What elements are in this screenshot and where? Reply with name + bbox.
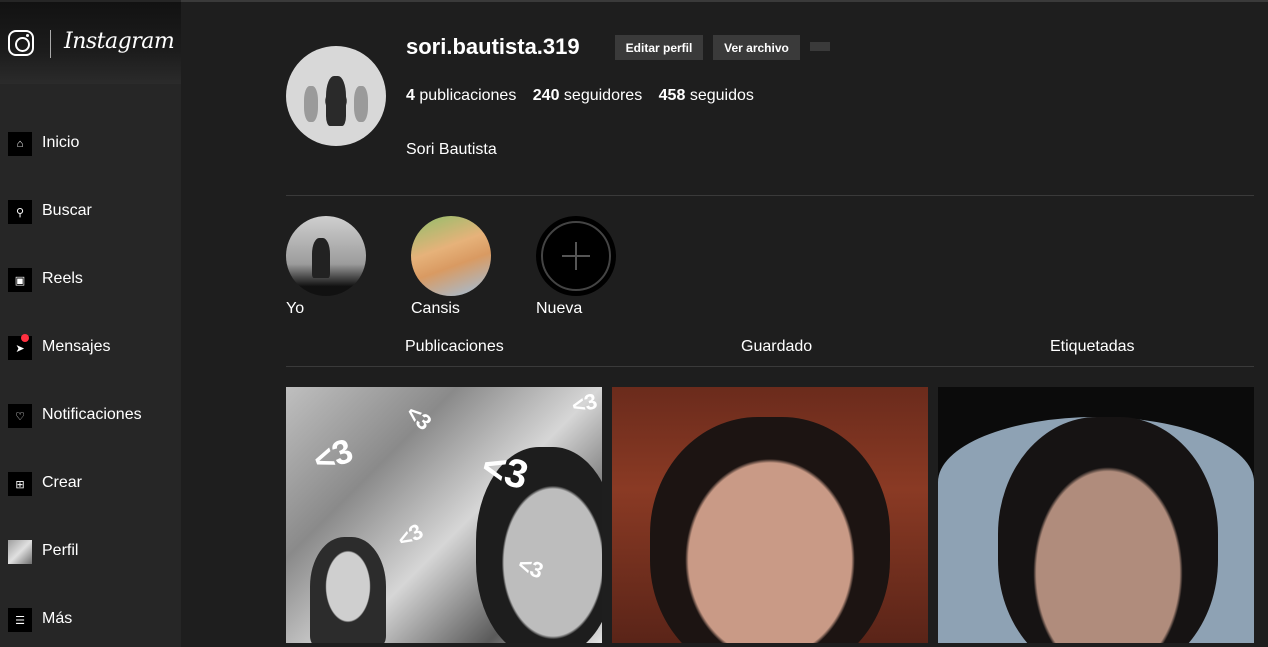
sidebar-item-label: Notificaciones	[42, 406, 142, 423]
new-highlight-circle	[536, 216, 616, 296]
sidebar-item-label: Buscar	[42, 202, 92, 219]
sidebar-item-reels[interactable]: ▣ Reels	[0, 254, 181, 294]
profile-avatar[interactable]	[286, 46, 386, 146]
sidebar-item-perfil[interactable]: Perfil	[0, 526, 181, 566]
post-photo-person	[650, 417, 890, 643]
avatar-photo-figure	[326, 76, 346, 126]
sidebar-item-label: Reels	[42, 270, 83, 287]
followers-stat[interactable]: 240 seguidores	[533, 87, 642, 104]
tab-etiquetadas[interactable]: Etiquetadas	[1050, 338, 1135, 356]
tab-guardado[interactable]: Guardado	[741, 338, 812, 356]
heart-doodle-icon: <3	[308, 431, 358, 481]
following-count: 458	[658, 87, 686, 104]
plus-square-icon: ⊞	[8, 472, 32, 496]
plus-icon	[562, 255, 590, 257]
heart-doodle-icon: <3	[393, 518, 428, 553]
highlight-new[interactable]: Nueva	[536, 216, 616, 318]
avatar-photo-figure	[354, 86, 368, 122]
logo-divider	[50, 30, 51, 58]
search-icon: ⚲	[8, 200, 32, 224]
reels-icon: ▣	[8, 268, 32, 292]
highlight-cansis[interactable]: Cansis	[411, 216, 491, 318]
profile-username: sori.bautista.319	[406, 34, 580, 59]
sidebar-item-label: Perfil	[42, 542, 79, 559]
sidebar-item-mensajes[interactable]: ➤ Mensajes	[0, 322, 181, 362]
instagram-glyph-icon	[8, 30, 34, 56]
sidebar-item-label: Inicio	[42, 134, 80, 151]
sidebar-item-notificaciones[interactable]: ♡ Notificaciones	[0, 390, 181, 430]
post-photo-person	[998, 417, 1218, 643]
heart-icon: ♡	[8, 404, 32, 428]
post-thumbnail[interactable]	[938, 387, 1254, 643]
home-icon: ⌂	[8, 132, 32, 156]
heart-doodle-icon: <3	[401, 399, 437, 436]
post-photo-person	[310, 537, 386, 643]
profile-full-name: Sori Bautista	[406, 141, 497, 158]
posts-count: 4	[406, 87, 415, 104]
post-thumbnail[interactable]	[612, 387, 928, 643]
avatar-photo-figure	[304, 86, 318, 122]
sidebar-item-label: Más	[42, 610, 73, 627]
sidebar-item-mas[interactable]: ☰ Más	[0, 594, 181, 634]
sidebar-item-crear[interactable]: ⊞ Crear	[0, 458, 181, 498]
profile-thumbnail	[8, 540, 32, 564]
profile-tabs: Publicaciones Guardado Etiquetadas	[286, 336, 1254, 367]
tab-publicaciones[interactable]: Publicaciones	[405, 338, 504, 356]
profile-stats: 4 publicaciones 240 seguidores 458 segui…	[406, 87, 766, 105]
sidebar-item-inicio[interactable]: ⌂ Inicio	[0, 118, 181, 158]
sidebar: Instagram ⌂ Inicio ⚲ Buscar ▣ Reels ➤ Me…	[0, 0, 181, 647]
highlight-label: Yo	[286, 300, 305, 317]
posts-label: publicaciones	[419, 87, 517, 104]
options-button[interactable]	[810, 42, 830, 51]
highlight-cover	[286, 216, 366, 296]
menu-icon: ☰	[8, 608, 32, 632]
highlight-label: Nueva	[536, 300, 583, 317]
divider	[286, 195, 1254, 196]
edit-profile-button[interactable]: Editar perfil	[615, 35, 703, 60]
sidebar-item-buscar[interactable]: ⚲ Buscar	[0, 186, 181, 226]
sidebar-item-label: Mensajes	[42, 338, 111, 355]
sidebar-item-label: Crear	[42, 474, 83, 491]
following-label: seguidos	[689, 87, 754, 104]
instagram-wordmark: Instagram	[64, 29, 175, 54]
posts-stat: 4 publicaciones	[406, 87, 516, 104]
highlight-cover	[411, 216, 491, 296]
following-stat[interactable]: 458 seguidos	[659, 87, 754, 104]
followers-label: seguidores	[563, 87, 643, 104]
view-archive-button[interactable]: Ver archivo	[713, 35, 800, 60]
heart-doodle-icon: <3	[569, 388, 600, 419]
followers-count: 240	[532, 87, 560, 104]
highlight-label: Cansis	[411, 300, 460, 317]
instagram-logo[interactable]: Instagram	[0, 2, 181, 84]
window-top-border	[0, 0, 1268, 2]
notification-badge	[21, 334, 29, 342]
highlight-yo[interactable]: Yo	[286, 216, 366, 318]
post-thumbnail[interactable]: <3 <3 <3 <3 <3 <3	[286, 387, 602, 643]
